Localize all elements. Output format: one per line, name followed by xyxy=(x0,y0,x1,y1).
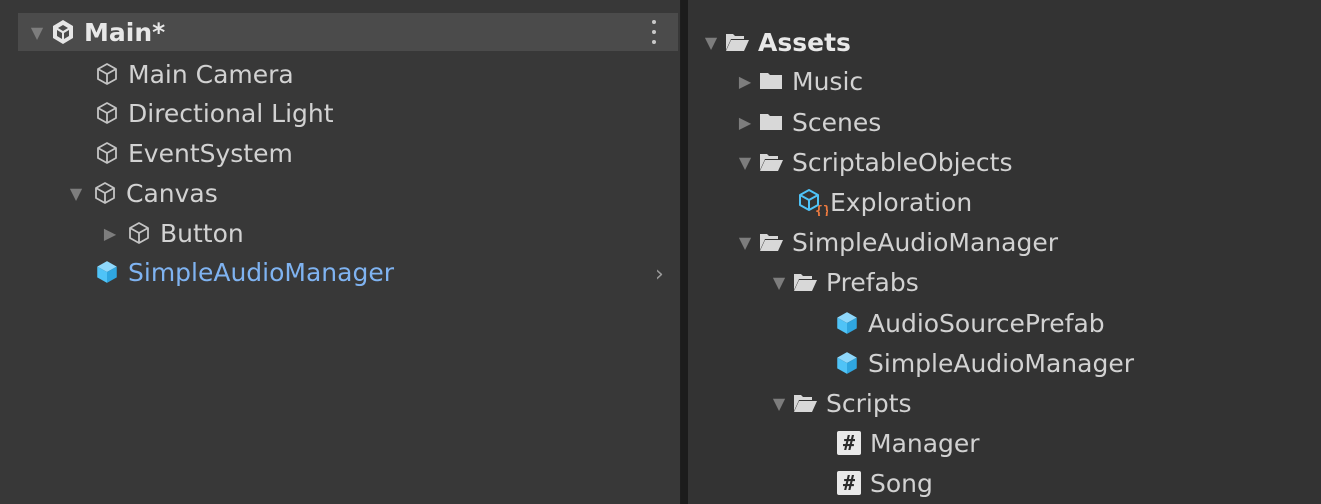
project-item-audiosourceprefab[interactable]: AudioSourcePrefab xyxy=(832,305,1105,341)
gameobject-cube-icon xyxy=(90,178,120,208)
gameobject-cube-icon xyxy=(92,98,122,128)
expanded-arrow-icon[interactable]: ▼ xyxy=(26,23,48,42)
project-item-scripts[interactable]: ▼ Scripts xyxy=(768,385,912,421)
scriptable-object-icon: {} xyxy=(798,187,828,217)
project-item-music[interactable]: ▶ Music xyxy=(734,63,863,99)
more-options-icon[interactable] xyxy=(648,17,660,47)
hierarchy-item-button[interactable]: ▶ Button xyxy=(96,215,244,251)
project-item-label: Prefabs xyxy=(826,267,919,297)
hierarchy-item-label: EventSystem xyxy=(128,138,293,168)
unity-scene-icon xyxy=(48,17,78,47)
prefab-cube-icon xyxy=(832,348,862,378)
hierarchy-item-main-camera[interactable]: Main Camera xyxy=(92,56,294,92)
gameobject-cube-icon xyxy=(92,59,122,89)
project-item-label: AudioSourcePrefab xyxy=(868,308,1105,338)
collapsed-arrow-icon[interactable]: ▶ xyxy=(734,72,756,91)
scene-row[interactable]: ▼ Main* xyxy=(26,14,165,50)
folder-open-icon xyxy=(790,267,820,297)
hierarchy-item-directional-light[interactable]: Directional Light xyxy=(92,95,334,131)
expanded-arrow-icon[interactable]: ▼ xyxy=(62,184,90,203)
prefab-cube-icon xyxy=(92,257,122,287)
project-item-scenes[interactable]: ▶ Scenes xyxy=(734,104,881,140)
hierarchy-item-eventsystem[interactable]: EventSystem xyxy=(92,135,293,171)
csharp-script-icon: # xyxy=(834,468,864,498)
project-item-label: Scripts xyxy=(826,388,912,418)
folder-open-icon xyxy=(790,388,820,418)
hierarchy-item-label: SimpleAudioManager xyxy=(128,257,395,287)
expanded-arrow-icon[interactable]: ▼ xyxy=(768,394,790,413)
project-item-simpleaudiomanager-folder[interactable]: ▼ SimpleAudioManager xyxy=(734,224,1058,260)
project-item-song[interactable]: # Song xyxy=(834,465,933,501)
panel-divider[interactable] xyxy=(681,0,688,504)
hierarchy-item-label: Button xyxy=(160,218,244,248)
expanded-arrow-icon[interactable]: ▼ xyxy=(700,33,722,52)
project-item-prefabs[interactable]: ▼ Prefabs xyxy=(768,264,919,300)
project-item-label: Assets xyxy=(758,27,851,57)
folder-open-icon xyxy=(722,27,752,57)
folder-icon xyxy=(756,107,786,137)
folder-open-icon xyxy=(756,147,786,177)
project-item-label: Scenes xyxy=(792,107,882,137)
csharp-script-icon: # xyxy=(834,428,864,458)
collapsed-arrow-icon[interactable]: ▶ xyxy=(734,113,756,132)
project-item-label: Song xyxy=(870,468,933,498)
project-item-assets[interactable]: ▼ Assets xyxy=(700,24,851,60)
project-item-label: Exploration xyxy=(830,187,973,217)
folder-open-icon xyxy=(756,227,786,257)
expanded-arrow-icon[interactable]: ▼ xyxy=(734,233,756,252)
project-item-label: SimpleAudioManager xyxy=(792,227,1059,257)
collapsed-arrow-icon[interactable]: ▶ xyxy=(96,224,124,243)
project-panel: ▼ Assets ▶ Music ▶ Scenes ▼ ScriptableOb… xyxy=(688,0,1321,504)
expanded-arrow-icon[interactable]: ▼ xyxy=(768,273,790,292)
gameobject-cube-icon xyxy=(124,218,154,248)
folder-icon xyxy=(756,66,786,96)
project-item-scriptableobjects[interactable]: ▼ ScriptableObjects xyxy=(734,144,1013,180)
prefab-cube-icon xyxy=(832,308,862,338)
project-item-label: SimpleAudioManager xyxy=(868,348,1135,378)
project-item-manager[interactable]: # Manager xyxy=(834,425,980,461)
hierarchy-item-label: Canvas xyxy=(126,178,218,208)
project-item-label: ScriptableObjects xyxy=(792,147,1013,177)
hierarchy-item-canvas[interactable]: ▼ Canvas xyxy=(62,175,218,211)
project-item-label: Manager xyxy=(870,428,980,458)
project-item-exploration[interactable]: {} Exploration xyxy=(798,184,972,220)
project-item-label: Music xyxy=(792,66,864,96)
hierarchy-item-simpleaudiomanager[interactable]: SimpleAudioManager xyxy=(92,254,394,290)
scene-name: Main* xyxy=(84,17,166,47)
hierarchy-item-label: Directional Light xyxy=(128,98,334,128)
chevron-right-icon[interactable]: › xyxy=(655,262,664,287)
expanded-arrow-icon[interactable]: ▼ xyxy=(734,153,756,172)
gameobject-cube-icon xyxy=(92,138,122,168)
svg-text:{}: {} xyxy=(815,204,828,216)
hierarchy-panel: ▼ Main* Main Camera Directional Light Ev… xyxy=(0,0,681,504)
hierarchy-item-label: Main Camera xyxy=(128,59,294,89)
project-item-simpleaudiomanager-prefab[interactable]: SimpleAudioManager xyxy=(832,345,1134,381)
